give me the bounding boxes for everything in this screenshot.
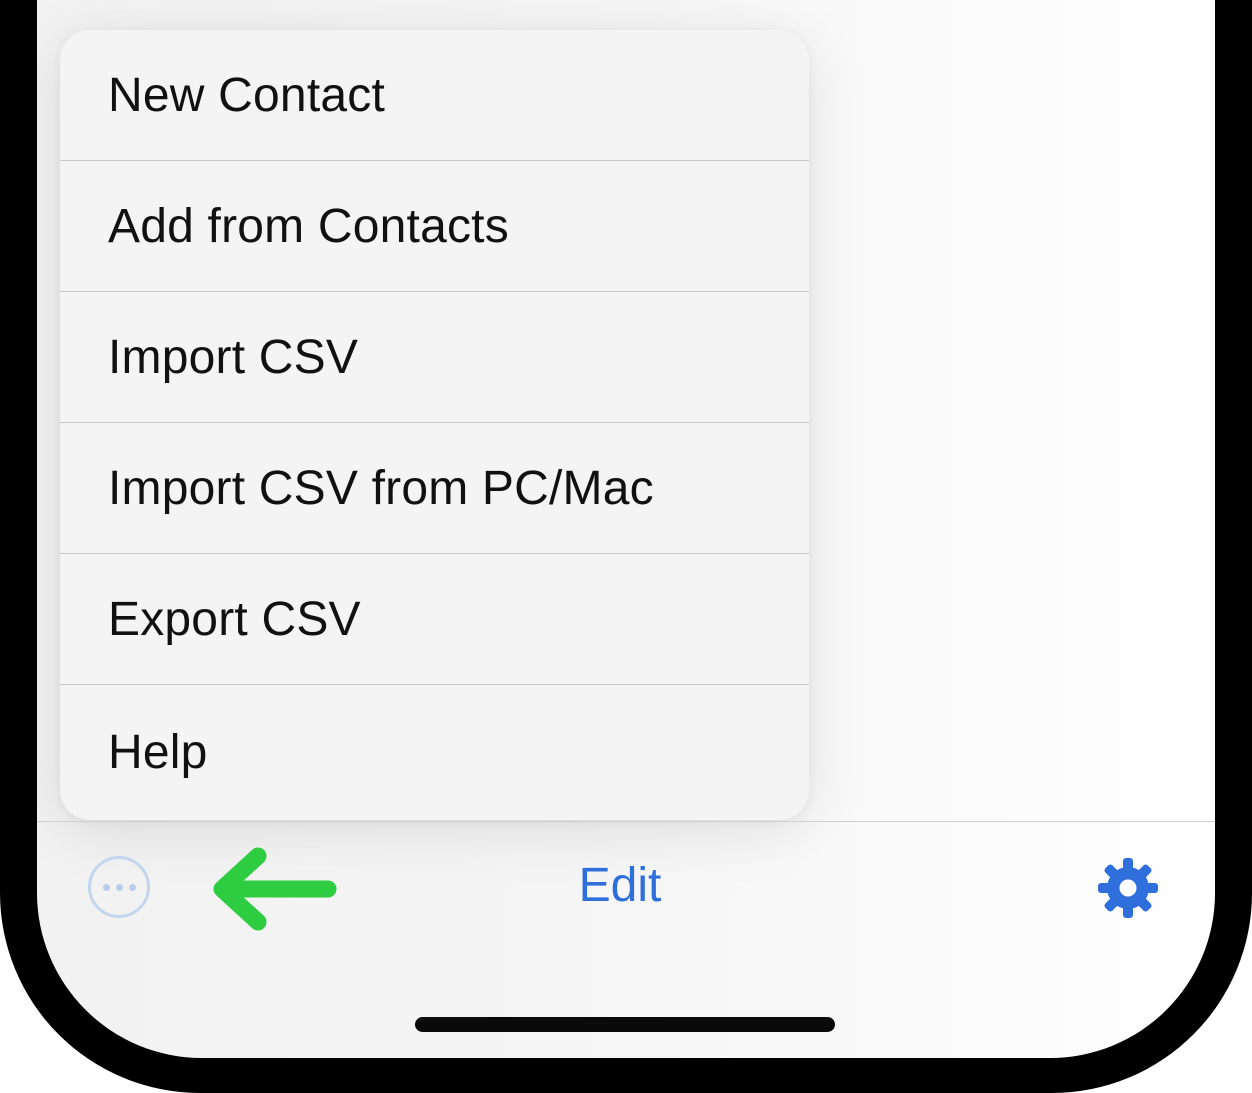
ellipsis-circle-icon	[102, 883, 110, 891]
menu-item-add-from-contacts[interactable]: Add from Contacts	[60, 161, 809, 292]
device-frame: New Contact Add from Contacts Import CSV…	[0, 0, 1252, 1093]
menu-item-help[interactable]: Help	[60, 685, 809, 819]
menu-item-label: Add from Contacts	[108, 199, 509, 253]
menu-item-import-csv[interactable]: Import CSV	[60, 292, 809, 423]
ellipsis-dot	[128, 883, 136, 891]
menu-item-label: Import CSV	[108, 330, 359, 384]
ellipsis-dot	[115, 883, 123, 891]
context-menu: New Contact Add from Contacts Import CSV…	[60, 30, 809, 820]
menu-item-label: Export CSV	[108, 592, 361, 646]
menu-item-export-csv[interactable]: Export CSV	[60, 554, 809, 685]
home-indicator[interactable]	[415, 1017, 835, 1032]
menu-item-new-contact[interactable]: New Contact	[60, 30, 809, 161]
menu-item-label: New Contact	[108, 68, 385, 122]
gear-icon[interactable]	[1096, 856, 1160, 920]
menu-item-label: Import CSV from PC/Mac	[108, 461, 654, 515]
arrow-left-icon	[213, 847, 337, 931]
menu-item-label: Help	[108, 725, 208, 779]
toolbar-divider	[37, 821, 1215, 822]
more-options-button[interactable]	[88, 856, 150, 918]
edit-button[interactable]: Edit	[540, 858, 700, 913]
menu-item-import-csv-pc-mac[interactable]: Import CSV from PC/Mac	[60, 423, 809, 554]
